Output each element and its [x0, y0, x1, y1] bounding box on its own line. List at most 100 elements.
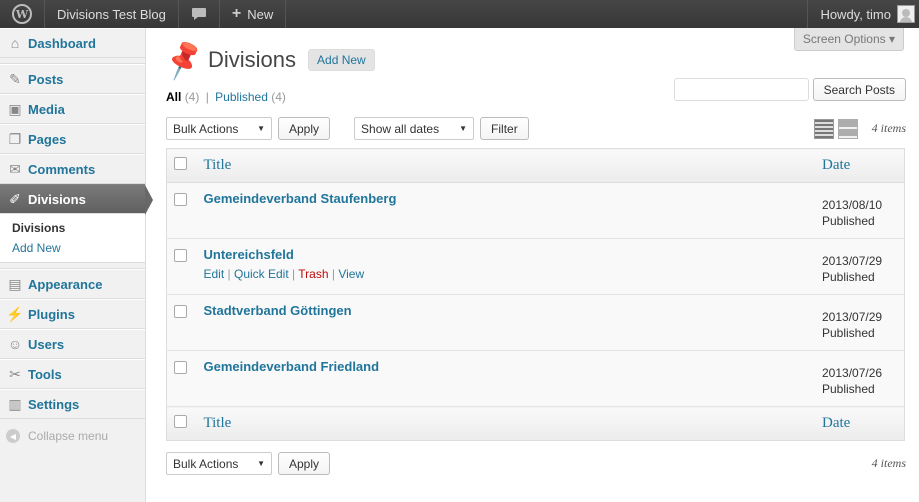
column-date-footer[interactable]: Date [822, 406, 905, 441]
menu-item-appearance[interactable]: ▤ Appearance [0, 269, 145, 299]
row-date-cell: 2013/08/10 Published [822, 182, 905, 239]
list-view-icon[interactable] [813, 118, 834, 139]
row-checkbox-cell [166, 294, 195, 351]
filter-button[interactable]: Filter [480, 117, 529, 140]
settings-icon: ▥ [8, 395, 22, 412]
comments-link[interactable] [179, 0, 220, 28]
post-title-link[interactable]: Gemeindeverband Friedland [204, 359, 380, 374]
submenu-item-divisions[interactable]: Divisions [0, 218, 145, 238]
row-checkbox[interactable] [174, 305, 188, 318]
menu-label: Media [28, 101, 65, 117]
menu-label: Pages [28, 131, 67, 147]
quick-edit-link[interactable]: Quick Edit [234, 267, 289, 281]
post-title-link[interactable]: Untereichsfeld [204, 247, 294, 262]
bulk-actions-select[interactable]: Bulk Actions ▼ [166, 452, 272, 475]
post-date: 2013/07/29 [822, 254, 883, 268]
select-all-cell [166, 148, 195, 183]
add-new-link[interactable]: Add New [12, 241, 61, 255]
plugins-icon: ⚡ [6, 305, 24, 322]
row-checkbox[interactable] [174, 193, 188, 206]
apply-button[interactable]: Apply [278, 452, 331, 475]
menu-item-dashboard[interactable]: ⌂ Dashboard [0, 28, 145, 58]
column-date-header[interactable]: Date [822, 148, 905, 183]
items-count: 4 items [871, 456, 906, 470]
row-action-separator: | [331, 267, 335, 281]
site-name: Divisions Test Blog [57, 6, 166, 22]
collapse-menu-button[interactable]: ◀ Collapse menu [0, 419, 145, 453]
post-title-link[interactable]: Gemeindeverband Staufenberg [204, 191, 397, 206]
view-switch: 4 items [813, 118, 906, 139]
admin-bar: W Divisions Test Blog + New Howdy, timo [0, 0, 919, 28]
select-all-checkbox[interactable] [174, 414, 188, 428]
menu-item-media[interactable]: ▣ Media [0, 94, 145, 124]
search-posts-button[interactable]: Search Posts [812, 78, 906, 101]
row-title-cell: Gemeindeverband Staufenberg [194, 182, 822, 239]
edit-link[interactable]: Edit [204, 267, 225, 281]
bulk-actions-select[interactable]: Bulk Actions ▼ [166, 117, 272, 140]
new-content-menu[interactable]: + New [220, 0, 287, 28]
column-title-label[interactable]: Title [204, 415, 232, 431]
dropdown-arrow-icon: ▼ [257, 459, 265, 468]
menu-item-posts[interactable]: ✎ Posts [0, 64, 145, 94]
row-date-cell: 2013/07/26 Published [822, 350, 905, 407]
column-title-header[interactable]: Title [194, 148, 822, 183]
menu-item-tools[interactable]: ✂ Tools [0, 359, 145, 389]
filter-published[interactable]: Published [215, 90, 268, 104]
avatar [897, 5, 915, 23]
filter-all[interactable]: All [166, 90, 181, 104]
post-date: 2013/08/10 [822, 198, 883, 212]
row-checkbox-cell [166, 238, 195, 295]
column-date-label[interactable]: Date [822, 415, 850, 431]
menu-item-divisions[interactable]: ✐ Divisions [0, 184, 153, 215]
post-title-link[interactable]: Stadtverband Göttingen [204, 303, 352, 318]
row-action-separator: | [227, 267, 231, 281]
submenu-item-add-new[interactable]: Add New [0, 238, 145, 258]
page-header: 📌 Divisions Add New [161, 38, 375, 82]
menu-item-settings[interactable]: ▥ Settings [0, 389, 145, 419]
row-checkbox[interactable] [174, 361, 188, 374]
main-content: Screen Options ▾ 📌 Divisions Add New All… [146, 28, 919, 502]
wordpress-logo-icon: W [12, 4, 32, 24]
date-filter-select[interactable]: Show all dates ▼ [354, 117, 475, 140]
media-icon: ▣ [8, 100, 22, 117]
wp-logo-menu[interactable]: W [0, 0, 45, 28]
column-date-label[interactable]: Date [822, 157, 850, 173]
excerpt-view-icon[interactable] [837, 118, 858, 139]
screen-options-button[interactable]: Screen Options ▾ [793, 28, 904, 51]
menu-item-users[interactable]: ☺ Users [0, 329, 145, 359]
row-title-cell: Untereichsfeld Edit | Quick Edit | Trash… [194, 238, 822, 295]
bulk-actions-value: Bulk Actions [173, 121, 239, 136]
posts-table: Title Date Gemeindeverband Staufenberg 2… [166, 148, 905, 441]
menu-item-plugins[interactable]: ⚡ Plugins [0, 299, 145, 329]
post-date: 2013/07/29 [822, 310, 883, 324]
menu-item-comments[interactable]: ✉ Comments [0, 154, 145, 184]
menu-label: Appearance [28, 276, 103, 292]
column-title-footer[interactable]: Title [194, 406, 822, 441]
column-title-label[interactable]: Title [204, 157, 232, 173]
my-account-menu[interactable]: Howdy, timo [807, 0, 919, 28]
plus-icon: + [231, 5, 242, 22]
appearance-icon: ▤ [8, 275, 22, 292]
page-title: Divisions [208, 47, 297, 72]
search-box: Search Posts [673, 78, 906, 101]
menu-label: Settings [28, 396, 80, 412]
menu-label: Users [28, 336, 65, 352]
menu-label: Dashboard [28, 35, 96, 51]
admin-menu: ⌂ Dashboard ✎ Posts ▣ Media ❐ Pages ✉ Comment… [0, 28, 153, 502]
add-new-button[interactable]: Add New [308, 49, 375, 71]
post-date: 2013/07/26 [822, 366, 883, 380]
trash-link[interactable]: Trash [298, 267, 328, 281]
filter-separator: | [205, 90, 209, 104]
row-checkbox[interactable] [174, 249, 188, 262]
post-status: Published [822, 270, 875, 284]
select-all-cell [166, 406, 195, 441]
row-date-cell: 2013/07/29 Published [822, 238, 905, 295]
posts-icon: ✎ [9, 70, 21, 87]
site-name-link[interactable]: Divisions Test Blog [45, 0, 179, 28]
table-footer-row: Title Date [166, 406, 905, 441]
search-input[interactable] [673, 78, 809, 101]
apply-button[interactable]: Apply [278, 117, 331, 140]
select-all-checkbox[interactable] [174, 156, 188, 170]
menu-item-pages[interactable]: ❐ Pages [0, 124, 145, 154]
view-link[interactable]: View [338, 267, 364, 281]
